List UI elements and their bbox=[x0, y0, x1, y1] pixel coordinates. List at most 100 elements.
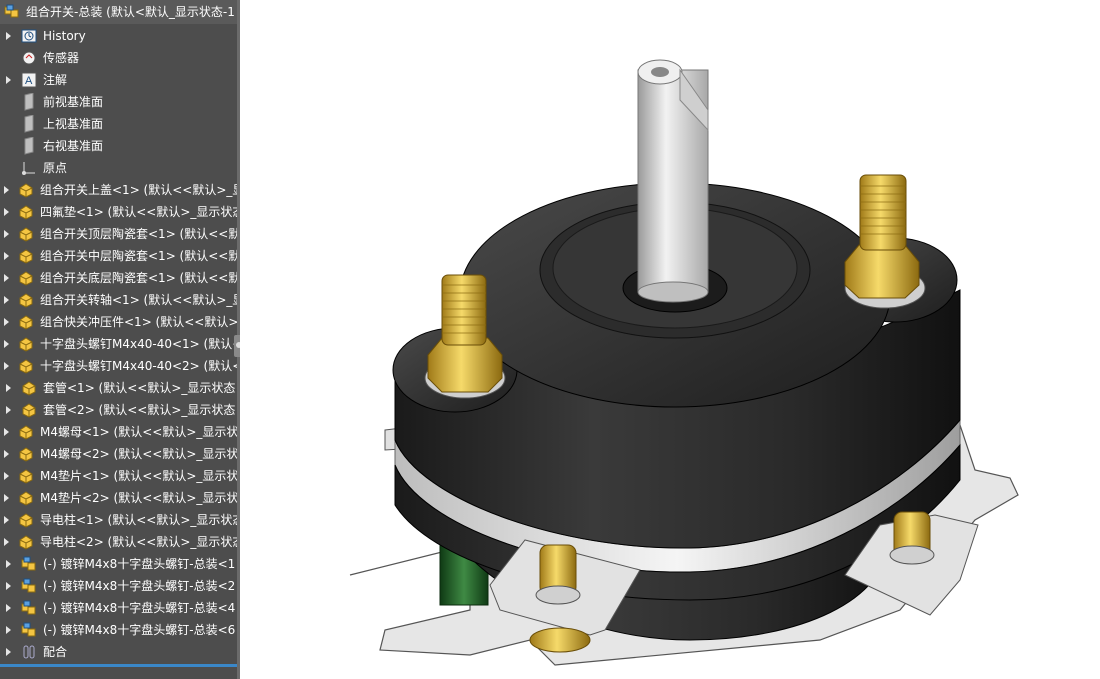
tree-item[interactable]: 传感器 bbox=[0, 47, 237, 69]
sensor-icon bbox=[20, 49, 38, 67]
expand-arrow-icon[interactable] bbox=[4, 295, 9, 305]
tree-item[interactable]: 导电柱<2> (默认<<默认>_显示状态 bbox=[0, 531, 237, 553]
tree-item-label: 组合开关中层陶瓷套<1> (默认<<默 bbox=[40, 249, 237, 263]
plane-icon bbox=[20, 137, 38, 155]
expand-arrow-icon[interactable] bbox=[4, 31, 12, 41]
expand-arrow-icon[interactable] bbox=[4, 383, 12, 393]
feature-manager-tree: 组合开关-总装 (默认<默认_显示状态-1 History 传感器 A 注解前视基准面… bbox=[0, 0, 237, 679]
expand-arrow-icon[interactable] bbox=[4, 273, 9, 283]
model-render bbox=[349, 59, 1019, 666]
expand-arrow-icon[interactable] bbox=[4, 515, 9, 525]
tree-item[interactable]: 右视基准面 bbox=[0, 135, 237, 157]
part-icon bbox=[17, 511, 35, 529]
graphics-viewport[interactable] bbox=[240, 0, 1100, 679]
subassembly-icon bbox=[20, 621, 38, 639]
expand-arrow-icon[interactable] bbox=[4, 559, 12, 569]
tree-item[interactable]: (-) 镀锌M4x8十字盘头螺钉-总装<6 bbox=[0, 619, 237, 641]
expand-arrow-icon[interactable] bbox=[4, 339, 9, 349]
tree-item[interactable]: 前视基准面 bbox=[0, 91, 237, 113]
plane-icon bbox=[20, 115, 38, 133]
expand-arrow-icon[interactable] bbox=[4, 361, 9, 371]
expand-arrow-icon[interactable] bbox=[4, 581, 12, 591]
tree-item[interactable]: 组合开关中层陶瓷套<1> (默认<<默 bbox=[0, 245, 237, 267]
tree-item-label: History bbox=[43, 29, 86, 43]
part-icon bbox=[17, 313, 35, 331]
tree-item-label: 十字盘头螺钉M4x40-40<1> (默认< bbox=[40, 337, 237, 351]
tree-item-label: 套管<2> (默认<<默认>_显示状态 bbox=[43, 403, 236, 417]
tree-item[interactable]: 组合开关顶层陶瓷套<1> (默认<<默 bbox=[0, 223, 237, 245]
svg-text:A: A bbox=[25, 75, 33, 87]
expand-arrow-icon[interactable] bbox=[4, 603, 12, 613]
expand-arrow-icon[interactable] bbox=[4, 251, 9, 261]
annotation-icon: A bbox=[20, 71, 38, 89]
part-icon bbox=[17, 467, 35, 485]
tree-item[interactable]: 套管<1> (默认<<默认>_显示状态 bbox=[0, 377, 237, 399]
tree-item[interactable]: M4垫片<1> (默认<<默认>_显示状 bbox=[0, 465, 237, 487]
tree-item-label: 原点 bbox=[43, 161, 68, 175]
subassembly-icon bbox=[20, 599, 38, 617]
expand-arrow-icon[interactable] bbox=[4, 229, 9, 239]
tree-item[interactable]: 四氟垫<1> (默认<<默认>_显示状态 bbox=[0, 201, 237, 223]
expand-arrow-icon[interactable] bbox=[4, 471, 9, 481]
tree-root-label: 组合开关-总装 (默认<默认_显示状态-1 bbox=[26, 5, 235, 19]
tree-item[interactable]: 导电柱<1> (默认<<默认>_显示状态 bbox=[0, 509, 237, 531]
part-icon bbox=[20, 379, 38, 397]
part-icon bbox=[20, 401, 38, 419]
tree-item[interactable]: M4垫片<2> (默认<<默认>_显示状 bbox=[0, 487, 237, 509]
expand-arrow-icon[interactable] bbox=[4, 317, 9, 327]
mates-icon bbox=[20, 643, 38, 661]
tree-item[interactable]: 组合开关转轴<1> (默认<<默认>_显 bbox=[0, 289, 237, 311]
part-icon bbox=[17, 247, 35, 265]
tree-root-assembly[interactable]: 组合开关-总装 (默认<默认_显示状态-1 bbox=[0, 0, 237, 24]
part-icon bbox=[17, 181, 35, 199]
tree-item[interactable]: 组合开关底层陶瓷套<1> (默认<<默 bbox=[0, 267, 237, 289]
nut-left bbox=[427, 337, 503, 393]
tree-item-label: 上视基准面 bbox=[43, 117, 104, 131]
part-icon bbox=[17, 533, 35, 551]
tree-item-label: 导电柱<1> (默认<<默认>_显示状态 bbox=[40, 513, 237, 527]
tree-item-label: 组合开关上盖<1> (默认<<默认>_显 bbox=[40, 183, 237, 197]
tree-item-label: 注解 bbox=[43, 73, 68, 87]
tree-item-label: (-) 镀锌M4x8十字盘头螺钉-总装<6 bbox=[43, 623, 236, 637]
tree-item-label: M4垫片<1> (默认<<默认>_显示状 bbox=[40, 469, 237, 483]
expand-arrow-icon[interactable] bbox=[4, 75, 12, 85]
part-icon bbox=[17, 291, 35, 309]
tree-item-label: 组合快关冲压件<1> (默认<<默认>_ bbox=[40, 315, 237, 329]
plane-icon bbox=[20, 93, 38, 111]
tree-item[interactable]: (-) 镀锌M4x8十字盘头螺钉-总装<1 bbox=[0, 553, 237, 575]
tree-item[interactable]: History bbox=[0, 25, 237, 47]
tree-item[interactable]: 配合 bbox=[0, 641, 237, 663]
expand-arrow-icon[interactable] bbox=[4, 493, 9, 503]
tree-item-label: M4垫片<2> (默认<<默认>_显示状 bbox=[40, 491, 237, 505]
expand-arrow-icon[interactable] bbox=[4, 647, 12, 657]
expand-arrow-icon[interactable] bbox=[4, 537, 9, 547]
expand-arrow-icon[interactable] bbox=[4, 207, 9, 217]
tree-item[interactable]: 上视基准面 bbox=[0, 113, 237, 135]
history-icon bbox=[20, 27, 38, 45]
tree-item-label: 组合开关顶层陶瓷套<1> (默认<<默 bbox=[40, 227, 237, 241]
tree-item[interactable]: 十字盘头螺钉M4x40-40<2> (默认< bbox=[0, 355, 237, 377]
tree-item-label: 传感器 bbox=[43, 51, 80, 65]
tree-item-label: (-) 镀锌M4x8十字盘头螺钉-总装<1 bbox=[43, 557, 236, 571]
expand-arrow-icon[interactable] bbox=[4, 427, 9, 437]
expand-arrow-icon[interactable] bbox=[4, 185, 9, 195]
tree-item[interactable]: 套管<2> (默认<<默认>_显示状态 bbox=[0, 399, 237, 421]
part-icon bbox=[17, 357, 35, 375]
tree-item[interactable]: 十字盘头螺钉M4x40-40<1> (默认< bbox=[0, 333, 237, 355]
expand-arrow-icon[interactable] bbox=[4, 405, 12, 415]
expand-arrow-icon[interactable] bbox=[4, 625, 12, 635]
tree-item[interactable]: (-) 镀锌M4x8十字盘头螺钉-总装<2 bbox=[0, 575, 237, 597]
tree-item[interactable]: M4螺母<1> (默认<<默认>_显示状 bbox=[0, 421, 237, 443]
tree-item[interactable]: 组合开关上盖<1> (默认<<默认>_显 bbox=[0, 179, 237, 201]
tree-item[interactable]: M4螺母<2> (默认<<默认>_显示状 bbox=[0, 443, 237, 465]
tree-item[interactable]: A 注解 bbox=[0, 69, 237, 91]
tree-item-label: M4螺母<1> (默认<<默认>_显示状 bbox=[40, 425, 237, 439]
tree-item[interactable]: 原点 bbox=[0, 157, 237, 179]
expand-arrow-icon[interactable] bbox=[4, 449, 9, 459]
tree-item[interactable]: (-) 镀锌M4x8十字盘头螺钉-总装<4 bbox=[0, 597, 237, 619]
tree-item[interactable]: 组合快关冲压件<1> (默认<<默认>_ bbox=[0, 311, 237, 333]
part-icon bbox=[17, 225, 35, 243]
